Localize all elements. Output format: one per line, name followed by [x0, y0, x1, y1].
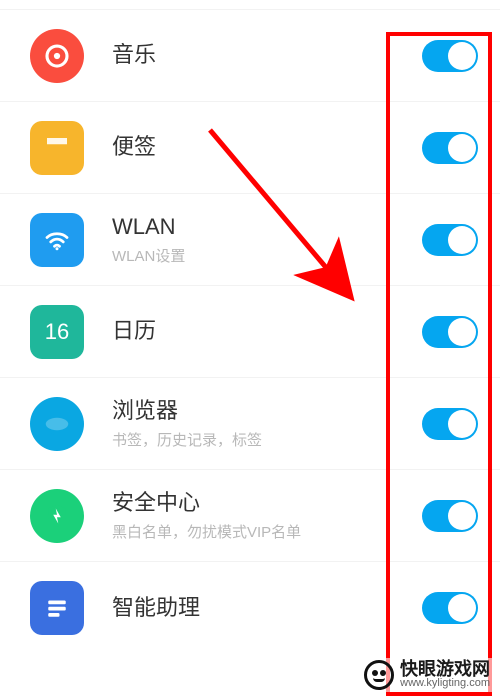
- watermark: 快眼游戏网 www.kyligting.com: [360, 658, 494, 692]
- list-item-music[interactable]: 音乐: [0, 10, 500, 102]
- wifi-icon: [30, 213, 84, 267]
- toggle-calendar[interactable]: [422, 316, 478, 348]
- watermark-name: 快眼游戏网: [400, 660, 490, 679]
- item-subtitle: WLAN设置: [112, 245, 422, 266]
- watermark-url: www.kyligting.com: [400, 678, 490, 690]
- item-title: 安全中心: [112, 489, 422, 518]
- toggle-wlan[interactable]: [422, 224, 478, 256]
- item-subtitle: 黑白名单，勿扰模式VIP名单: [112, 521, 422, 542]
- music-icon: [30, 29, 84, 83]
- assistant-icon: [30, 581, 84, 635]
- calendar-day-number: 16: [45, 319, 69, 345]
- item-title: 日历: [112, 317, 422, 346]
- notes-icon: [30, 121, 84, 175]
- item-title: 智能助理: [112, 594, 422, 623]
- settings-list: 音乐 便签 WLAN WLAN设置 16 日历: [0, 0, 500, 654]
- list-item-notes[interactable]: 便签: [0, 102, 500, 194]
- toggle-browser[interactable]: [422, 408, 478, 440]
- item-subtitle: 书签，历史记录，标签: [112, 429, 422, 450]
- list-item-browser[interactable]: 浏览器 书签，历史记录，标签: [0, 378, 500, 470]
- toggle-music[interactable]: [422, 40, 478, 72]
- shield-icon: [30, 489, 84, 543]
- calendar-icon: 16: [30, 305, 84, 359]
- list-item: [0, 0, 500, 10]
- item-title: 音乐: [112, 41, 422, 70]
- item-title: 浏览器: [112, 397, 422, 426]
- toggle-notes[interactable]: [422, 132, 478, 164]
- list-item-wlan[interactable]: WLAN WLAN设置: [0, 194, 500, 286]
- list-item-calendar[interactable]: 16 日历: [0, 286, 500, 378]
- watermark-logo-icon: [364, 660, 394, 690]
- item-title: 便签: [112, 133, 422, 162]
- toggle-security[interactable]: [422, 500, 478, 532]
- browser-icon: [30, 397, 84, 451]
- toggle-assistant[interactable]: [422, 592, 478, 624]
- item-title: WLAN: [112, 213, 422, 242]
- list-item-assistant[interactable]: 智能助理: [0, 562, 500, 654]
- list-item-security[interactable]: 安全中心 黑白名单，勿扰模式VIP名单: [0, 470, 500, 562]
